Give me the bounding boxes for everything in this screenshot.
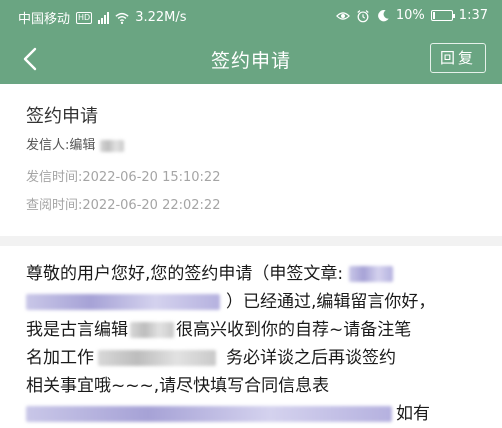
body-text-2: ）已经通过,编辑留言你好， <box>226 292 436 312</box>
mail-body: 尊敬的用户您好,您的签约申请（申签文章: ）已经通过,编辑留言你好， 我是古言编… <box>26 260 478 428</box>
redacted-sender <box>99 139 124 152</box>
body-text-6b: 如有 <box>396 404 430 424</box>
body-line: 我是古言编辑 很高兴收到你的自荐~请备注笔 <box>26 316 478 344</box>
body-line: 尊敬的用户您好,您的签约申请（申签文章: <box>26 260 478 288</box>
read-time-label: 查阅时间: <box>26 198 83 213</box>
top-nav-bar: 签约申请 回复 <box>0 34 502 84</box>
wifi-icon <box>115 12 129 24</box>
carrier-label: 中国移动 <box>18 12 71 27</box>
signal-icon <box>98 11 110 24</box>
eye-icon <box>335 11 350 20</box>
battery-icon <box>430 10 455 21</box>
redacted-text <box>26 294 220 310</box>
body-text-5: 相关事宜哦~~~,请尽快填写合同信息表 <box>26 376 330 396</box>
status-bar: 中国移动 HD 3.22M/s 10% 1:37 <box>0 0 502 34</box>
sent-time-value: 2022-06-20 15:10:22 <box>82 170 221 185</box>
sent-time-label: 发信时间: <box>26 170 83 185</box>
section-divider <box>0 236 502 246</box>
sent-time-row: 发信时间:2022-06-20 15:10:22 <box>26 166 220 185</box>
redacted-text <box>26 406 392 422</box>
read-time-value: 2022-06-20 22:02:22 <box>82 198 221 213</box>
clock-time: 1:37 <box>458 8 488 23</box>
moon-icon <box>378 9 389 21</box>
reply-button[interactable]: 回复 <box>430 43 486 73</box>
body-text-1: 尊敬的用户您好,您的签约申请（申签文章: <box>26 264 344 284</box>
body-line: 如有 <box>26 400 478 428</box>
redacted-text <box>98 350 216 366</box>
hd-badge: HD <box>76 11 93 24</box>
battery-percent: 10% <box>395 8 425 23</box>
body-text-4b: 务必详谈之后再谈签约 <box>226 348 396 368</box>
body-line: 名加工作 务必详谈之后再谈签约 <box>26 344 478 372</box>
body-line: 相关事宜哦~~~,请尽快填写合同信息表 <box>26 372 478 400</box>
sender-label: 发信人: <box>26 138 70 153</box>
page-title: 签约申请 <box>210 50 291 72</box>
body-line: ）已经通过,编辑留言你好， <box>26 288 478 316</box>
redacted-text <box>348 266 393 282</box>
alarm-icon <box>357 9 369 22</box>
sender-name: 编辑 <box>69 138 96 153</box>
body-text-4a: 名加工作 <box>26 348 94 368</box>
body-text-3b: 很高兴收到你的自荐~请备注笔 <box>176 320 412 340</box>
body-text-3a: 我是古言编辑 <box>26 320 128 340</box>
sender-row: 发信人:编辑 <box>26 134 124 153</box>
redacted-text <box>130 322 174 338</box>
status-bar-right: 10% 1:37 <box>335 8 488 23</box>
status-bar-left: 中国移动 HD 3.22M/s <box>18 8 187 27</box>
network-speed: 3.22M/s <box>135 10 187 25</box>
mail-subject: 签约申请 <box>26 106 98 127</box>
read-time-row: 查阅时间:2022-06-20 22:02:22 <box>26 194 220 213</box>
